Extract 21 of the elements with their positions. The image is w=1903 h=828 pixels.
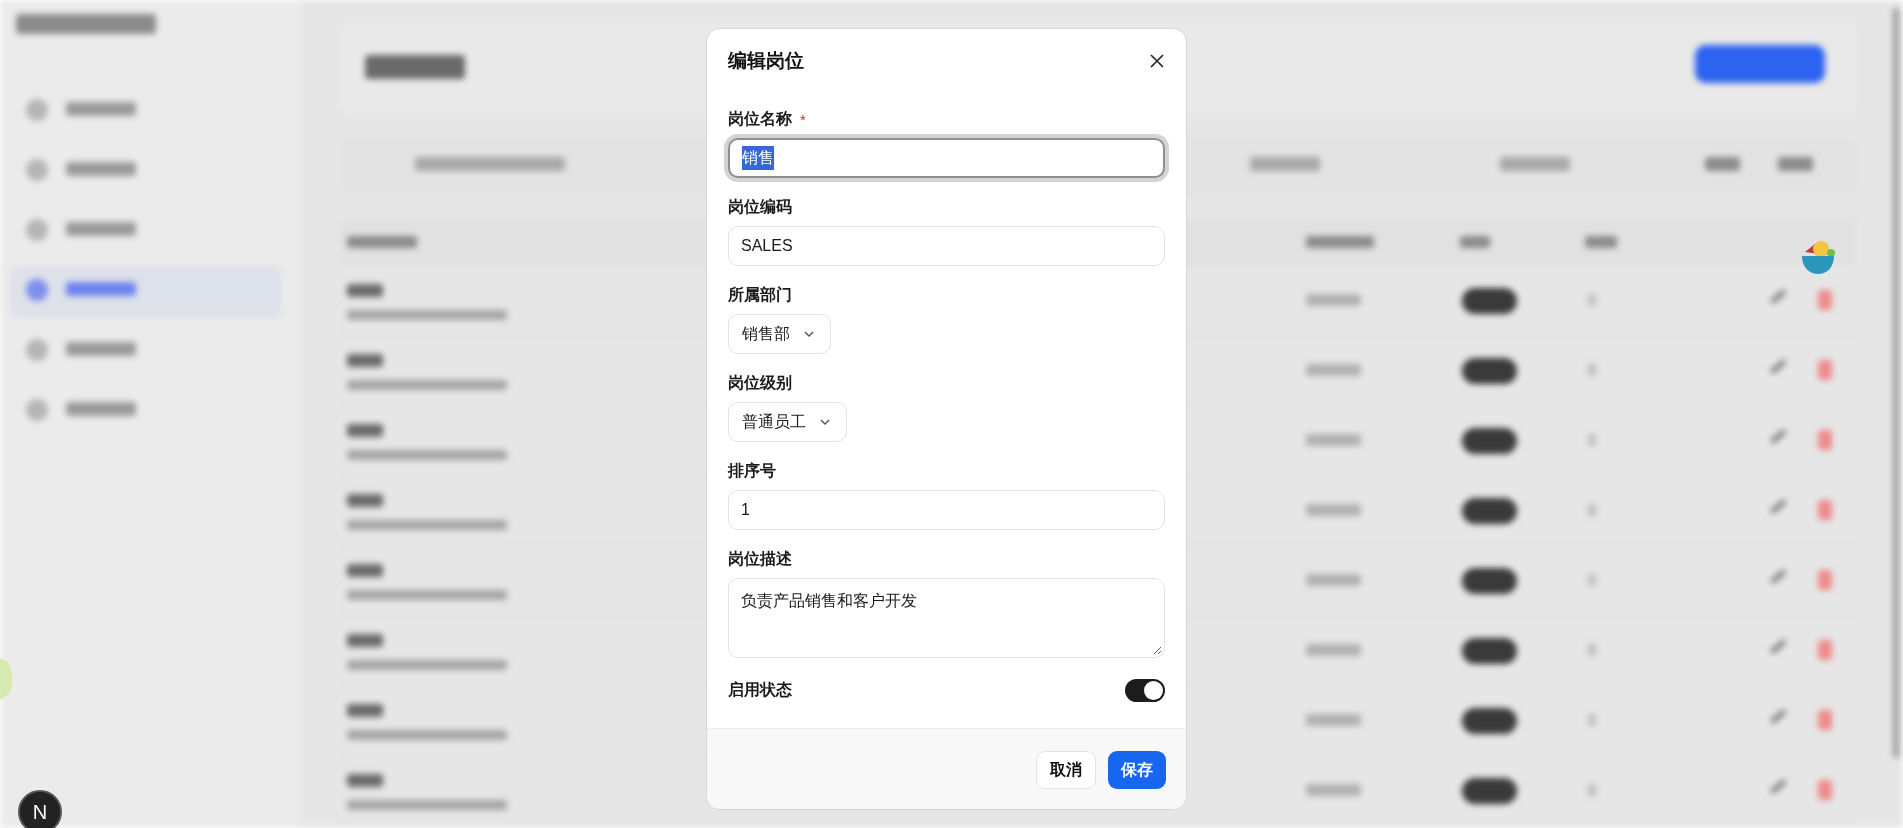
- close-icon[interactable]: [1149, 53, 1165, 69]
- bowl-icon[interactable]: [1801, 240, 1835, 276]
- description-field[interactable]: 负责产品销售和客户开发: [728, 578, 1165, 658]
- bowl-icon: [1802, 241, 1835, 274]
- select-field[interactable]: 销售部: [728, 314, 831, 354]
- select-field[interactable]: 普通员工: [728, 402, 847, 442]
- field-label: 岗位级别: [728, 373, 792, 393]
- toggle-switch[interactable]: [1125, 678, 1165, 702]
- field-label: 岗位描述: [728, 549, 792, 569]
- save-button[interactable]: 保存: [1108, 751, 1166, 789]
- field-label: 启用状态: [728, 680, 792, 700]
- field-label: 岗位编码: [728, 197, 792, 217]
- text-field[interactable]: 1: [728, 490, 1165, 530]
- field-label: 排序号: [728, 461, 776, 481]
- field-label: 岗位名称: [728, 109, 792, 129]
- text-field[interactable]: SALES: [728, 226, 1165, 266]
- dialog-title: 编辑岗位: [728, 48, 804, 73]
- field-label: 所属部门: [728, 285, 792, 305]
- cancel-button[interactable]: 取消: [1036, 751, 1096, 789]
- resize-handle-icon[interactable]: [1153, 646, 1162, 655]
- required-mark: *: [800, 111, 806, 127]
